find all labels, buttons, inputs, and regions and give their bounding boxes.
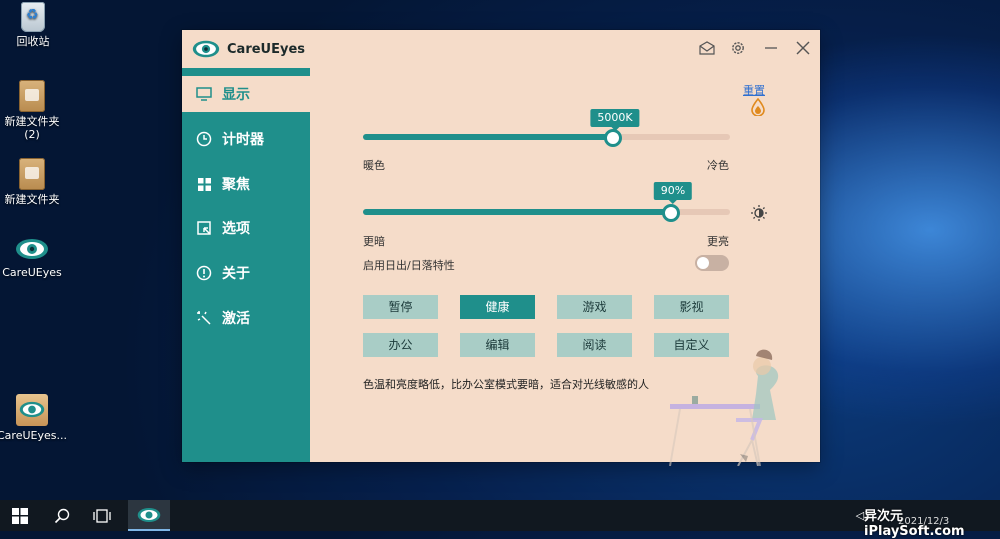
temperature-slider-fill bbox=[363, 134, 613, 140]
temperature-slider-handle[interactable] bbox=[603, 129, 622, 147]
recycle-bin-icon bbox=[21, 2, 45, 32]
eye-icon bbox=[19, 401, 45, 418]
mode-description: 色温和亮度略低，比办公室模式要暗，适合对光线敏感的人 bbox=[363, 378, 649, 391]
careueyes-window: CareUEyes 显示 计时器 聚焦 选项 关于 激活 重置 5000K 暖色… bbox=[182, 30, 820, 466]
sidebar-item-options[interactable]: 选项 bbox=[182, 210, 310, 246]
brightness-slider-fill bbox=[363, 209, 672, 215]
brightness-icon bbox=[751, 205, 767, 221]
clock-icon bbox=[195, 130, 213, 148]
mode-game-button[interactable]: 游戏 bbox=[557, 295, 632, 319]
brightness-value-tooltip: 90% bbox=[653, 182, 693, 204]
window-title: CareUEyes bbox=[227, 42, 306, 57]
mail-icon bbox=[699, 41, 715, 55]
taskbar-search-button[interactable] bbox=[44, 500, 80, 531]
sidebar-item-label: 显示 bbox=[222, 87, 250, 103]
mode-pause-button[interactable]: 暂停 bbox=[363, 295, 438, 319]
color-temperature-icon bbox=[751, 98, 765, 116]
eye-icon bbox=[16, 239, 48, 259]
watermark: 异次元 iPlaySoft.com bbox=[864, 509, 965, 539]
mode-custom-button[interactable]: 自定义 bbox=[654, 333, 729, 357]
sidebar: 显示 计时器 聚焦 选项 关于 激活 bbox=[182, 68, 310, 462]
desktop-icon-new-folder[interactable]: 新建文件夹 bbox=[0, 158, 67, 206]
mode-health-button[interactable]: 健康 bbox=[460, 295, 535, 319]
desktop-icon-label: 新建文件夹 (2) bbox=[4, 115, 60, 141]
desktop-icon-careueyes-installer[interactable]: CareUEyes... bbox=[0, 394, 67, 442]
brightness-slider[interactable] bbox=[363, 204, 730, 222]
sunrise-sunset-toggle[interactable] bbox=[695, 255, 729, 271]
sidebar-item-display[interactable]: 显示 bbox=[182, 76, 310, 112]
desktop-icon-label: 新建文件夹 bbox=[4, 193, 60, 206]
activate-icon bbox=[195, 309, 213, 327]
gear-icon bbox=[732, 42, 744, 54]
close-icon bbox=[796, 41, 810, 55]
sidebar-item-activate[interactable]: 激活 bbox=[182, 300, 310, 336]
temperature-value-tooltip: 5000K bbox=[590, 109, 640, 131]
sunrise-sunset-label: 启用日出/日落特性 bbox=[363, 259, 455, 272]
sidebar-item-label: 聚焦 bbox=[222, 177, 250, 193]
cool-label: 冷色 bbox=[707, 159, 729, 172]
settings-button[interactable] bbox=[727, 37, 749, 59]
warm-label: 暖色 bbox=[363, 159, 385, 172]
task-view-icon bbox=[93, 508, 111, 523]
minimize-button[interactable] bbox=[760, 37, 782, 59]
title-bar[interactable]: CareUEyes bbox=[182, 30, 820, 68]
installer-package-icon bbox=[16, 394, 48, 426]
close-button[interactable] bbox=[792, 37, 814, 59]
monitor-icon bbox=[195, 85, 213, 103]
desktop-icon-label: CareUEyes... bbox=[0, 429, 67, 442]
taskbar-app-careueyes[interactable] bbox=[128, 500, 170, 531]
sidebar-item-label: 关于 bbox=[222, 266, 250, 282]
sidebar-item-label: 计时器 bbox=[222, 132, 264, 148]
desktop-icon-careueyes[interactable]: CareUEyes bbox=[0, 238, 67, 279]
reset-link[interactable]: 重置 bbox=[743, 82, 765, 98]
darker-label: 更暗 bbox=[363, 235, 385, 248]
mode-reading-button[interactable]: 阅读 bbox=[557, 333, 632, 357]
careueyes-logo-icon bbox=[192, 40, 220, 58]
sidebar-item-label: 选项 bbox=[222, 221, 250, 237]
desktop-icon-recycle-bin[interactable]: 回收站 bbox=[0, 2, 68, 48]
folder-icon bbox=[19, 158, 45, 190]
minimize-icon bbox=[765, 47, 777, 49]
windows-logo-icon bbox=[12, 507, 28, 524]
folder-icon bbox=[19, 80, 45, 112]
mode-movie-button[interactable]: 影视 bbox=[654, 295, 729, 319]
sidebar-item-focus[interactable]: 聚焦 bbox=[182, 166, 310, 202]
info-icon bbox=[195, 264, 213, 282]
task-view-button[interactable] bbox=[84, 500, 120, 531]
display-panel: 重置 5000K 暖色 冷色 90% 更暗 更亮 启用日出/日落特性 暂停 健康… bbox=[310, 68, 820, 466]
mode-office-button[interactable]: 办公 bbox=[363, 333, 438, 357]
mode-edit-button[interactable]: 编辑 bbox=[460, 333, 535, 357]
search-icon bbox=[54, 508, 70, 523]
grid-icon bbox=[195, 175, 213, 193]
brighter-label: 更亮 bbox=[707, 235, 729, 248]
sidebar-item-label: 激活 bbox=[222, 311, 250, 327]
start-button[interactable] bbox=[0, 500, 40, 531]
mail-button[interactable] bbox=[696, 37, 718, 59]
taskbar: ◁) 2021/12/3 bbox=[0, 500, 1000, 531]
eye-icon bbox=[137, 507, 161, 522]
desktop-icon-label: CareUEyes bbox=[2, 266, 62, 279]
sidebar-item-timer[interactable]: 计时器 bbox=[182, 121, 310, 157]
temperature-slider[interactable] bbox=[363, 129, 730, 147]
desktop-icon-new-folder-2[interactable]: 新建文件夹 (2) bbox=[0, 80, 67, 141]
brightness-slider-handle[interactable] bbox=[662, 204, 681, 222]
desktop-icon-label: 回收站 bbox=[16, 35, 50, 48]
select-icon bbox=[195, 219, 213, 237]
sidebar-item-about[interactable]: 关于 bbox=[182, 255, 310, 291]
